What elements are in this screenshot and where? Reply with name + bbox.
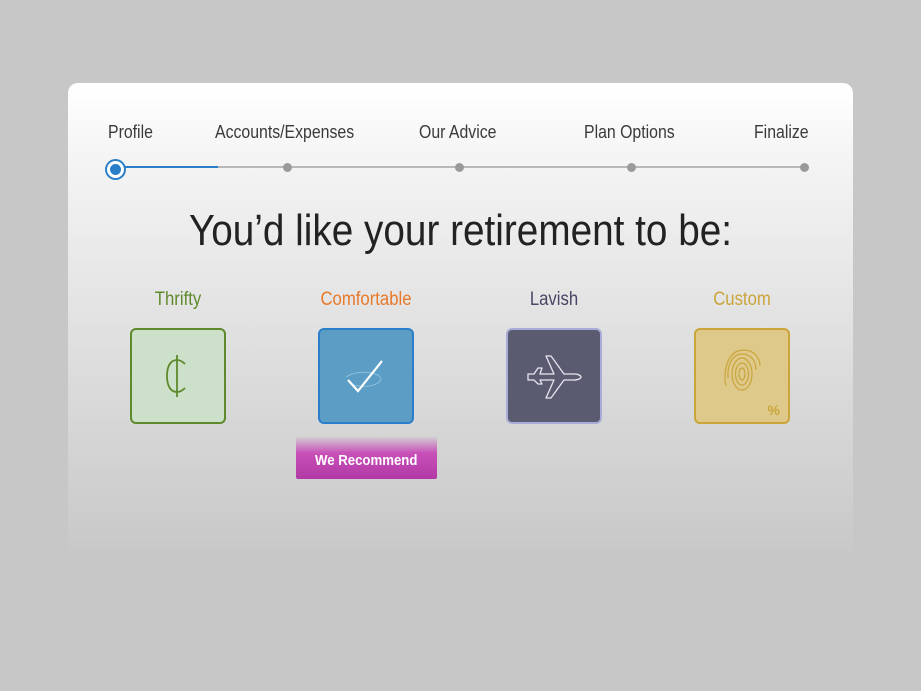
page-title: You’d like your retirement to be:	[188, 206, 733, 255]
option-thrifty-button[interactable]	[130, 328, 226, 424]
we-recommend-badge: We Recommend	[296, 436, 437, 479]
option-lavish-button[interactable]	[506, 328, 602, 424]
fingerprint-icon	[718, 346, 766, 406]
option-label-lavish: Lavish	[529, 289, 579, 310]
step-dot-plan-options[interactable]	[627, 163, 636, 172]
step-dot-finalize[interactable]	[800, 163, 809, 172]
percent-label: %	[767, 402, 780, 418]
option-label-thrifty: Thrifty	[154, 289, 202, 310]
checkmark-icon	[338, 351, 394, 401]
option-custom-button[interactable]: %	[694, 328, 790, 424]
step-profile[interactable]: Profile	[108, 122, 153, 143]
step-finalize[interactable]: Finalize	[754, 122, 809, 143]
cent-icon	[158, 351, 198, 401]
step-dot-accounts-expenses[interactable]	[283, 163, 292, 172]
option-label-custom: Custom	[713, 289, 771, 310]
progress-track	[218, 166, 805, 168]
option-comfortable-button[interactable]	[318, 328, 414, 424]
step-dot-our-advice[interactable]	[455, 163, 464, 172]
step-accounts-expenses[interactable]: Accounts/Expenses	[215, 122, 354, 143]
option-label-comfortable: Comfortable	[320, 289, 412, 310]
step-our-advice[interactable]: Our Advice	[419, 122, 496, 143]
step-dot-profile[interactable]	[107, 161, 124, 178]
progress-track-complete	[120, 166, 218, 168]
we-recommend-label: We Recommend	[315, 452, 418, 469]
wizard-card	[68, 83, 853, 563]
airplane-icon	[524, 350, 584, 402]
step-plan-options[interactable]: Plan Options	[584, 122, 675, 143]
